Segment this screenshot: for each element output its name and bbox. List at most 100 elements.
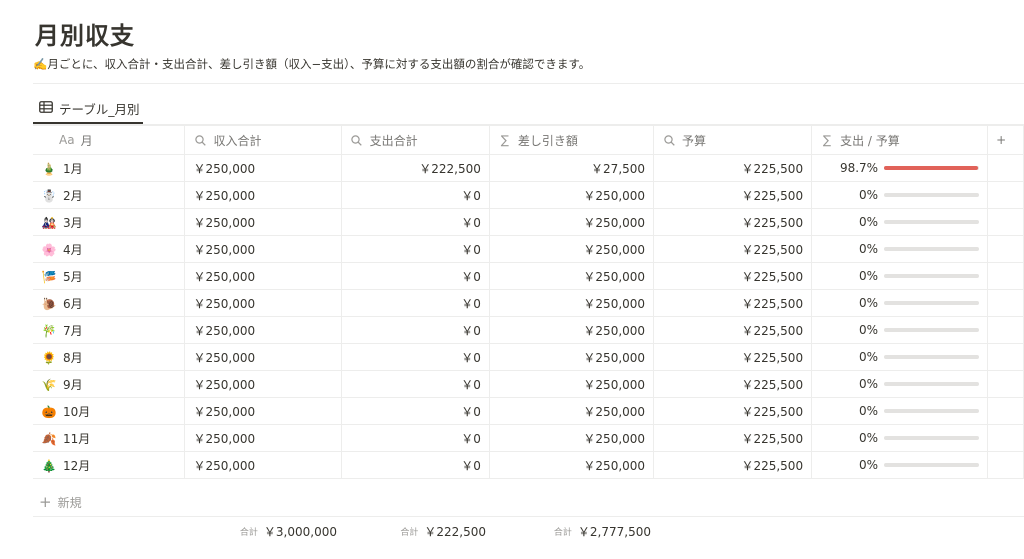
table-row[interactable]: ☃️ 2月 ￥250,000 ￥0 ￥250,000 ￥225,500 0% bbox=[33, 181, 1024, 209]
budget-cell[interactable]: ￥225,500 bbox=[653, 181, 813, 209]
budget-cell[interactable]: ￥225,500 bbox=[653, 262, 813, 290]
budget-cell[interactable]: ￥225,500 bbox=[653, 370, 813, 398]
budget-cell[interactable]: ￥225,500 bbox=[653, 235, 813, 263]
budget-cell[interactable]: ￥225,500 bbox=[653, 154, 813, 182]
difference-cell[interactable]: ￥250,000 bbox=[489, 181, 655, 209]
new-row-button[interactable]: + 新規 bbox=[33, 489, 1024, 517]
column-header-month[interactable]: Aa 月 bbox=[33, 125, 186, 155]
column-header-difference[interactable]: ∑ 差し引き額 bbox=[489, 125, 655, 155]
expense-cell[interactable]: ￥0 bbox=[341, 370, 490, 398]
budget-cell[interactable]: ￥225,500 bbox=[653, 424, 813, 452]
ratio-cell[interactable]: 0% bbox=[811, 397, 989, 425]
column-header-expense-budget-ratio[interactable]: ∑ 支出 / 予算 bbox=[811, 125, 989, 155]
difference-cell[interactable]: ￥250,000 bbox=[489, 397, 655, 425]
month-cell[interactable]: 🍂 11月 bbox=[33, 424, 186, 452]
month-cell[interactable]: 🌻 8月 bbox=[33, 343, 186, 371]
difference-cell[interactable]: ￥250,000 bbox=[489, 343, 655, 371]
ratio-cell[interactable]: 0% bbox=[811, 262, 989, 290]
ratio-cell[interactable]: 0% bbox=[811, 316, 989, 344]
budget-cell[interactable]: ￥225,500 bbox=[653, 316, 813, 344]
expense-cell[interactable]: ￥0 bbox=[341, 424, 490, 452]
income-cell[interactable]: ￥250,000 bbox=[184, 289, 342, 317]
expense-cell[interactable]: ￥0 bbox=[341, 343, 490, 371]
ratio-cell[interactable]: 0% bbox=[811, 424, 989, 452]
expense-cell[interactable]: ￥0 bbox=[341, 451, 490, 479]
ratio-cell[interactable]: 0% bbox=[811, 235, 989, 263]
ratio-cell[interactable]: 98.7% bbox=[811, 154, 989, 182]
income-cell[interactable]: ￥250,000 bbox=[184, 181, 342, 209]
table-row[interactable]: 🎃 10月 ￥250,000 ￥0 ￥250,000 ￥225,500 0% bbox=[33, 397, 1024, 425]
expense-cell[interactable]: ￥0 bbox=[341, 181, 490, 209]
empty-cell bbox=[987, 424, 1024, 452]
budget-cell[interactable]: ￥225,500 bbox=[653, 343, 813, 371]
ratio-cell[interactable]: 0% bbox=[811, 343, 989, 371]
expense-cell[interactable]: ￥222,500 bbox=[341, 154, 490, 182]
difference-cell[interactable]: ￥250,000 bbox=[489, 424, 655, 452]
table-row[interactable]: 🍂 11月 ￥250,000 ￥0 ￥250,000 ￥225,500 0% bbox=[33, 424, 1024, 452]
ratio-cell[interactable]: 0% bbox=[811, 208, 989, 236]
difference-cell[interactable]: ￥250,000 bbox=[489, 208, 655, 236]
table-row[interactable]: 🎎 3月 ￥250,000 ￥0 ￥250,000 ￥225,500 0% bbox=[33, 208, 1024, 236]
table-row[interactable]: 🎍 1月 ￥250,000 ￥222,500 ￥27,500 ￥225,500 98.7% bbox=[33, 154, 1024, 182]
income-total-summary[interactable]: 合計 ￥3,000,000 bbox=[186, 520, 343, 542]
income-cell[interactable]: ￥250,000 bbox=[184, 235, 342, 263]
ratio-cell[interactable]: 0% bbox=[811, 370, 989, 398]
difference-cell[interactable]: ￥250,000 bbox=[489, 289, 655, 317]
tab-table-monthly[interactable]: テーブル_月別 bbox=[33, 94, 143, 124]
difference-cell[interactable]: ￥250,000 bbox=[489, 235, 655, 263]
expense-cell[interactable]: ￥0 bbox=[341, 397, 490, 425]
month-cell[interactable]: 🎃 10月 bbox=[33, 397, 186, 425]
ratio-cell[interactable]: 0% bbox=[811, 451, 989, 479]
difference-cell[interactable]: ￥250,000 bbox=[489, 316, 655, 344]
month-cell[interactable]: 🎎 3月 bbox=[33, 208, 186, 236]
income-cell[interactable]: ￥250,000 bbox=[184, 451, 342, 479]
add-column-button[interactable]: + bbox=[987, 125, 1024, 155]
expense-cell[interactable]: ￥0 bbox=[341, 289, 490, 317]
difference-cell[interactable]: ￥27,500 bbox=[489, 154, 655, 182]
difference-cell[interactable]: ￥250,000 bbox=[489, 370, 655, 398]
income-cell[interactable]: ￥250,000 bbox=[184, 370, 342, 398]
month-cell[interactable]: 🎏 5月 bbox=[33, 262, 186, 290]
column-header-expense[interactable]: 支出合計 bbox=[341, 125, 490, 155]
expense-cell[interactable]: ￥0 bbox=[341, 262, 490, 290]
month-cell[interactable]: ☃️ 2月 bbox=[33, 181, 186, 209]
month-cell[interactable]: 🌾 9月 bbox=[33, 370, 186, 398]
empty-cell bbox=[987, 316, 1024, 344]
column-header-budget[interactable]: 予算 bbox=[653, 125, 813, 155]
expense-cell[interactable]: ￥0 bbox=[341, 235, 490, 263]
income-cell[interactable]: ￥250,000 bbox=[184, 397, 342, 425]
income-cell[interactable]: ￥250,000 bbox=[184, 154, 342, 182]
expense-cell[interactable]: ￥0 bbox=[341, 208, 490, 236]
difference-cell[interactable]: ￥250,000 bbox=[489, 451, 655, 479]
table-row[interactable]: 🐌 6月 ￥250,000 ￥0 ￥250,000 ￥225,500 0% bbox=[33, 289, 1024, 317]
month-cell[interactable]: 🐌 6月 bbox=[33, 289, 186, 317]
ratio-cell[interactable]: 0% bbox=[811, 289, 989, 317]
column-header-income[interactable]: 収入合計 bbox=[184, 125, 342, 155]
table-row[interactable]: 🌾 9月 ￥250,000 ￥0 ￥250,000 ￥225,500 0% bbox=[33, 370, 1024, 398]
expense-total-summary[interactable]: 合計 ￥222,500 bbox=[343, 520, 492, 542]
income-cell[interactable]: ￥250,000 bbox=[184, 262, 342, 290]
budget-cell[interactable]: ￥225,500 bbox=[653, 289, 813, 317]
month-cell[interactable]: 🎋 7月 bbox=[33, 316, 186, 344]
budget-cell[interactable]: ￥225,500 bbox=[653, 208, 813, 236]
income-cell[interactable]: ￥250,000 bbox=[184, 208, 342, 236]
table-row[interactable]: 🌸 4月 ￥250,000 ￥0 ￥250,000 ￥225,500 0% bbox=[33, 235, 1024, 263]
difference-total-summary[interactable]: 合計 ￥2,777,500 bbox=[492, 520, 657, 542]
income-cell[interactable]: ￥250,000 bbox=[184, 343, 342, 371]
month-cell[interactable]: 🌸 4月 bbox=[33, 235, 186, 263]
month-cell[interactable]: 🎍 1月 bbox=[33, 154, 186, 182]
budget-cell[interactable]: ￥225,500 bbox=[653, 451, 813, 479]
income-cell[interactable]: ￥250,000 bbox=[184, 316, 342, 344]
difference-cell[interactable]: ￥250,000 bbox=[489, 262, 655, 290]
expense-cell[interactable]: ￥0 bbox=[341, 316, 490, 344]
income-cell[interactable]: ￥250,000 bbox=[184, 424, 342, 452]
summary-label: 合計 bbox=[400, 527, 419, 538]
budget-cell[interactable]: ￥225,500 bbox=[653, 397, 813, 425]
month-cell[interactable]: 🎄 12月 bbox=[33, 451, 186, 479]
table-row[interactable]: 🎄 12月 ￥250,000 ￥0 ￥250,000 ￥225,500 0% bbox=[33, 451, 1024, 479]
table-row[interactable]: 🎋 7月 ￥250,000 ￥0 ￥250,000 ￥225,500 0% bbox=[33, 316, 1024, 344]
table-row[interactable]: 🌻 8月 ￥250,000 ￥0 ￥250,000 ￥225,500 0% bbox=[33, 343, 1024, 371]
table-row[interactable]: 🎏 5月 ￥250,000 ￥0 ￥250,000 ￥225,500 0% bbox=[33, 262, 1024, 290]
ratio-cell[interactable]: 0% bbox=[811, 181, 989, 209]
month-label: 1月 bbox=[63, 161, 83, 176]
